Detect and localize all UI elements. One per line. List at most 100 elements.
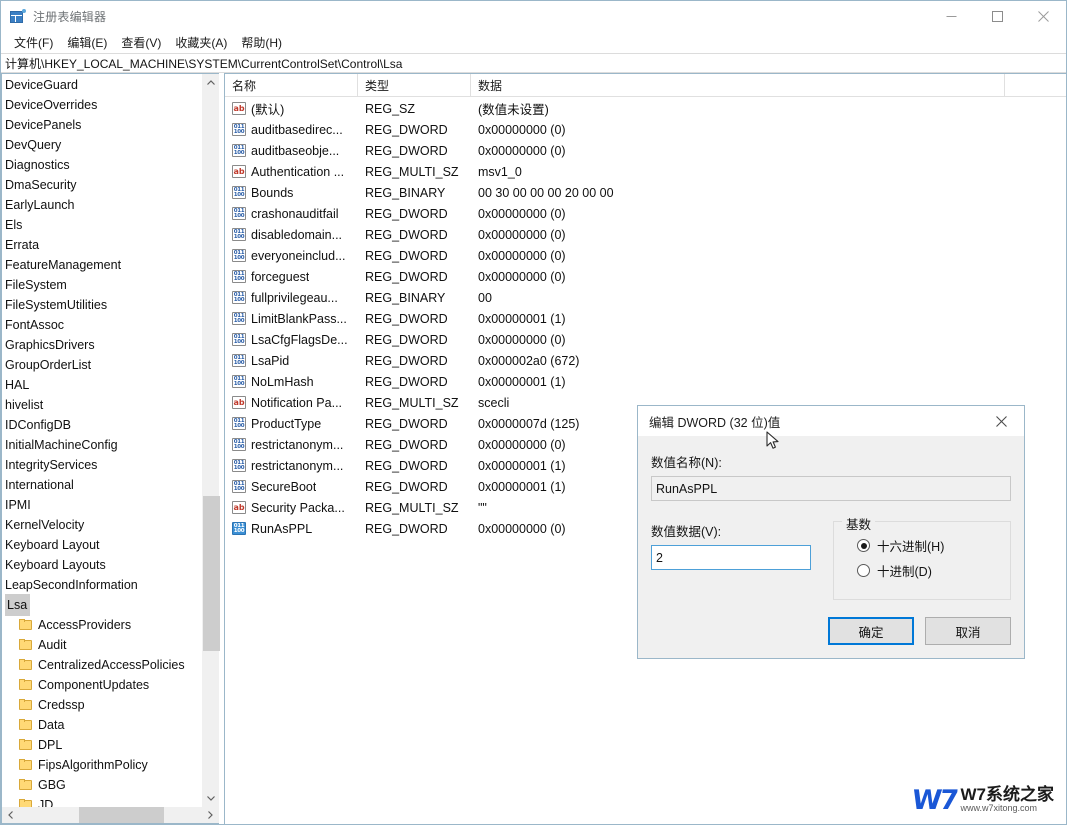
tree-item-centralizedaccesspolicies[interactable]: CentralizedAccessPolicies bbox=[2, 655, 202, 675]
table-row[interactable]: 011 100 LsaCfgFlagsDe... REG_DWORD 0x0000000… bbox=[225, 329, 1066, 350]
value-name-cell: 011 100 LsaCfgFlagsDe... bbox=[225, 333, 358, 347]
tree-item-hal[interactable]: HAL bbox=[2, 375, 202, 395]
table-row[interactable]: 011 100 forceguest REG_DWORD 0x00000000 (0) bbox=[225, 266, 1066, 287]
tree-item-label: FontAssoc bbox=[5, 318, 65, 332]
dialog-title-bar: 编辑 DWORD (32 位)值 bbox=[638, 406, 1024, 436]
tree-item-dmasecurity[interactable]: DmaSecurity bbox=[2, 175, 202, 195]
title-bar: 注册表编辑器 bbox=[1, 1, 1066, 32]
minimize-icon[interactable] bbox=[928, 1, 974, 32]
tree-item-dpl[interactable]: DPL bbox=[2, 735, 202, 755]
column-name[interactable]: 名称 bbox=[225, 74, 358, 96]
tree-item-jd[interactable]: JD bbox=[2, 795, 202, 807]
tree-item-international[interactable]: International bbox=[2, 475, 202, 495]
menu-view[interactable]: 查看(V) bbox=[114, 32, 168, 54]
tree-item-data[interactable]: Data bbox=[2, 715, 202, 735]
tree-item-earlylaunch[interactable]: EarlyLaunch bbox=[2, 195, 202, 215]
tree-item-integrityservices[interactable]: IntegrityServices bbox=[2, 455, 202, 475]
table-row[interactable]: 011 100 auditbaseobje... REG_DWORD 0x0000000… bbox=[225, 140, 1066, 161]
tree-horizontal-scrollbar[interactable] bbox=[1, 807, 219, 824]
tree-item-fipsalgorithmpolicy[interactable]: FipsAlgorithmPolicy bbox=[2, 755, 202, 775]
tree-item-label: Keyboard Layouts bbox=[5, 558, 106, 572]
tree-item-audit[interactable]: Audit bbox=[2, 635, 202, 655]
tree-item-featuremanagement[interactable]: FeatureManagement bbox=[2, 255, 202, 275]
scroll-right-icon[interactable] bbox=[202, 807, 219, 823]
table-row[interactable]: 011 100 disabledomain... REG_DWORD 0x0000000… bbox=[225, 224, 1066, 245]
dialog-body: 数值名称(N): 数值数据(V): 基数 十六进制(H) 十进制(D) bbox=[638, 436, 1024, 658]
menu-help[interactable]: 帮助(H) bbox=[234, 32, 289, 54]
radio-decimal-indicator[interactable] bbox=[857, 564, 870, 577]
tree-item-keyboard-layout[interactable]: Keyboard Layout bbox=[2, 535, 202, 555]
value-type-cell: REG_DWORD bbox=[365, 143, 448, 158]
address-bar[interactable]: 计算机\HKEY_LOCAL_MACHINE\SYSTEM\CurrentCon… bbox=[1, 53, 1066, 73]
tree-item-errata[interactable]: Errata bbox=[2, 235, 202, 255]
tree-item-accessproviders[interactable]: AccessProviders bbox=[2, 615, 202, 635]
dialog-title: 编辑 DWORD (32 位)值 bbox=[649, 415, 781, 430]
tree-item-graphicsdrivers[interactable]: GraphicsDrivers bbox=[2, 335, 202, 355]
value-type-cell: REG_MULTI_SZ bbox=[365, 500, 459, 515]
table-row[interactable]: 011 100 crashonauditfail REG_DWORD 0x0000000… bbox=[225, 203, 1066, 224]
scroll-left-icon[interactable] bbox=[2, 807, 19, 823]
tree-item-fontassoc[interactable]: FontAssoc bbox=[2, 315, 202, 335]
tree-item-filesystem[interactable]: FileSystem bbox=[2, 275, 202, 295]
value-type-cell: REG_DWORD bbox=[365, 122, 448, 137]
value-name-input[interactable] bbox=[651, 476, 1011, 501]
menu-edit[interactable]: 编辑(E) bbox=[60, 32, 114, 54]
close-icon[interactable] bbox=[1020, 1, 1066, 32]
cancel-button[interactable]: 取消 bbox=[925, 617, 1011, 645]
radio-decimal[interactable]: 十进制(D) bbox=[834, 558, 1010, 583]
tree-item-idconfigdb[interactable]: IDConfigDB bbox=[2, 415, 202, 435]
table-row[interactable]: 011 100 LsaPid REG_DWORD 0x000002a0 (672) bbox=[225, 350, 1066, 371]
folder-icon bbox=[19, 719, 33, 731]
table-row[interactable]: ab (默认) REG_SZ (数值未设置) bbox=[225, 98, 1066, 119]
tree-item-leapsecondinformation[interactable]: LeapSecondInformation bbox=[2, 575, 202, 595]
tree-hscroll-thumb[interactable] bbox=[79, 807, 164, 823]
radio-hexadecimal[interactable]: 十六进制(H) bbox=[834, 533, 1010, 558]
menu-favorites[interactable]: 收藏夹(A) bbox=[168, 32, 234, 54]
registry-tree[interactable]: DeviceGuard DeviceOverrides DevicePanels De… bbox=[2, 74, 202, 807]
table-row[interactable]: 011 100 everyoneinclud... REG_DWORD 0x000000… bbox=[225, 245, 1066, 266]
table-row[interactable]: 011 100 fullprivilegeau... REG_BINARY 00 bbox=[225, 287, 1066, 308]
folder-icon bbox=[19, 679, 33, 691]
value-name-cell: 011 100 ProductType bbox=[225, 417, 358, 431]
table-row[interactable]: 011 100 Bounds REG_BINARY 00 30 00 00 00 20 … bbox=[225, 182, 1066, 203]
tree-item-label: KernelVelocity bbox=[5, 518, 85, 532]
tree-item-ipmi[interactable]: IPMI bbox=[2, 495, 202, 515]
tree-item-gbg[interactable]: GBG bbox=[2, 775, 202, 795]
maximize-icon[interactable] bbox=[974, 1, 1020, 32]
radio-hexadecimal-indicator[interactable] bbox=[857, 539, 870, 552]
tree-item-grouporderlist[interactable]: GroupOrderList bbox=[2, 355, 202, 375]
string-value-icon: ab bbox=[232, 501, 246, 514]
table-row[interactable]: ab Authentication ... REG_MULTI_SZ msv1_0 bbox=[225, 161, 1066, 182]
value-data-cell: msv1_0 bbox=[478, 164, 522, 179]
tree-item-devicepanels[interactable]: DevicePanels bbox=[2, 115, 202, 135]
tree-item-kernelvelocity[interactable]: KernelVelocity bbox=[2, 515, 202, 535]
tree-item-keyboard-layouts[interactable]: Keyboard Layouts bbox=[2, 555, 202, 575]
tree-item-deviceguard[interactable]: DeviceGuard bbox=[2, 75, 202, 95]
tree-item-els[interactable]: Els bbox=[2, 215, 202, 235]
table-row[interactable]: 011 100 auditbasedirec... REG_DWORD 0x000000… bbox=[225, 119, 1066, 140]
column-type[interactable]: 类型 bbox=[358, 74, 471, 96]
tree-item-diagnostics[interactable]: Diagnostics bbox=[2, 155, 202, 175]
tree-item-componentupdates[interactable]: ComponentUpdates bbox=[2, 675, 202, 695]
table-row[interactable]: 011 100 LimitBlankPass... REG_DWORD 0x000000… bbox=[225, 308, 1066, 329]
tree-item-initialmachineconfig[interactable]: InitialMachineConfig bbox=[2, 435, 202, 455]
tree-item-devquery[interactable]: DevQuery bbox=[2, 135, 202, 155]
tree-item-filesystemutilities[interactable]: FileSystemUtilities bbox=[2, 295, 202, 315]
menu-file[interactable]: 文件(F) bbox=[7, 32, 60, 54]
tree-item-deviceoverrides[interactable]: DeviceOverrides bbox=[2, 95, 202, 115]
tree-vertical-scrollbar[interactable] bbox=[202, 74, 220, 807]
tree-item-lsa[interactable]: Lsa bbox=[2, 594, 202, 616]
scroll-down-icon[interactable] bbox=[203, 790, 219, 807]
scroll-up-icon[interactable] bbox=[203, 74, 219, 91]
column-data[interactable]: 数据 bbox=[471, 74, 1005, 96]
value-data-input[interactable] bbox=[651, 545, 811, 570]
table-row[interactable]: 011 100 NoLmHash REG_DWORD 0x00000001 (1) bbox=[225, 371, 1066, 392]
tree-scroll-thumb[interactable] bbox=[203, 496, 220, 651]
tree-item-hivelist[interactable]: hivelist bbox=[2, 395, 202, 415]
value-type-cell: REG_DWORD bbox=[365, 458, 448, 473]
dialog-close-icon[interactable] bbox=[979, 406, 1024, 436]
tree-hscroll-track[interactable] bbox=[19, 807, 202, 823]
tree-item-credssp[interactable]: Credssp bbox=[2, 695, 202, 715]
tree-scroll-track[interactable] bbox=[203, 91, 220, 790]
ok-button[interactable]: 确定 bbox=[828, 617, 914, 645]
